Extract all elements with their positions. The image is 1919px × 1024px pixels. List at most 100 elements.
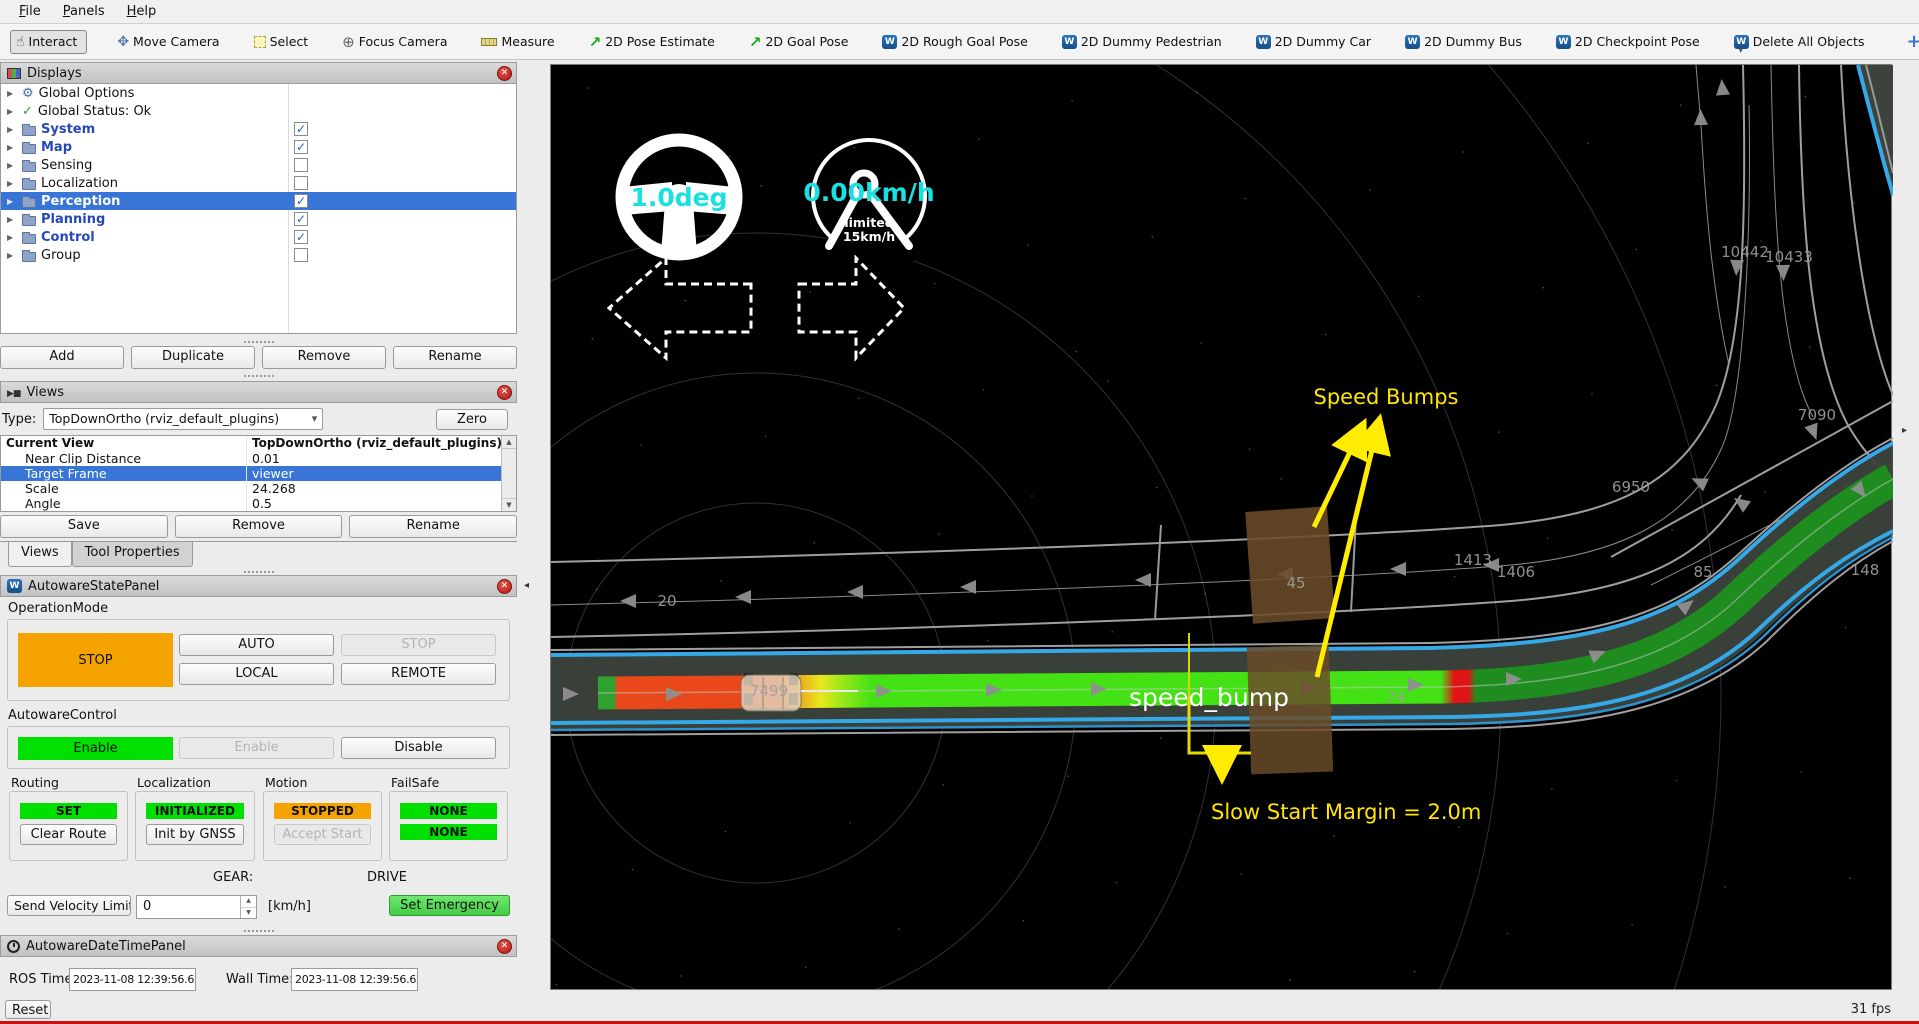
focus-icon [342,33,355,51]
expand-caret-icon[interactable]: ▶ [7,89,17,98]
tool-delete-all-objects[interactable]: Delete All Objects [1730,31,1869,52]
display-row-sensing[interactable]: ▶Sensing [1,156,516,174]
tool-interact[interactable]: Interact [10,30,87,54]
send-velocity-limit-button[interactable]: Send Velocity Limit [7,895,131,916]
display-row-perception[interactable]: ▶Perception [1,192,516,210]
splitter-handle[interactable] [0,928,517,934]
tool-label: 2D Rough Goal Pose [901,34,1027,49]
display-row-localization[interactable]: ▶Localization [1,174,516,192]
tool-focus-camera[interactable]: Focus Camera [338,30,451,54]
close-state-panel-button[interactable] [497,579,512,594]
tool-2d-checkpoint-pose[interactable]: 2D Checkpoint Pose [1552,31,1704,52]
expand-caret-icon[interactable]: ▶ [7,233,17,242]
expand-caret-icon[interactable]: ▶ [7,125,17,134]
expand-caret-icon[interactable]: ▶ [7,107,17,116]
menu-file[interactable]: File [10,2,50,21]
view-type-dropdown[interactable]: TopDownOrtho (rviz_default_plugins) [43,408,323,430]
displays-rename-button[interactable]: Rename [393,346,517,369]
prop-near-clip-distance[interactable]: Near Clip Distance0.01 [1,451,516,466]
visibility-checkbox[interactable] [294,140,308,154]
displays-duplicate-button[interactable]: Duplicate [131,346,255,369]
spinbox-arrows[interactable]: ▲▼ [240,896,256,918]
prop-angle[interactable]: Angle0.5 [1,496,516,511]
operation-mode-box: STOP AUTO STOP LOCAL REMOTE [7,619,510,701]
auto-button[interactable]: AUTO [179,634,334,656]
tool-2d-goal-pose[interactable]: 2D Goal Pose [745,30,853,54]
tool-2d-dummy-pedestrian[interactable]: 2D Dummy Pedestrian [1058,31,1226,52]
visibility-checkbox[interactable] [294,230,308,244]
init-by-gnss-button[interactable]: Init by GNSS [146,824,244,845]
close-displays-button[interactable] [497,66,512,81]
views-rename-button[interactable]: Rename [349,515,517,538]
set-emergency-button[interactable]: Set Emergency [389,895,510,916]
views-panel-header[interactable]: Views [0,381,517,403]
lane-id-7499: 7499 [750,682,788,700]
speed-bump-path-label: speed_bump [1129,683,1289,712]
expand-caret-icon[interactable]: ▶ [7,197,17,206]
menu-panels[interactable]: Panels [54,2,114,21]
clear-route-button[interactable]: Clear Route [20,824,117,845]
menu-help[interactable]: Help [118,2,166,21]
toolbar-overflow-icon[interactable]: ▾ [1738,46,1743,56]
status-badge-stopped: STOPPED [274,803,371,819]
visibility-checkbox[interactable] [294,122,308,136]
displays-remove-button[interactable]: Remove [262,346,386,369]
reset-button[interactable]: Reset [5,1000,51,1019]
property-scrollbar[interactable]: ▲▼ [501,436,516,511]
tool-2d-dummy-bus[interactable]: 2D Dummy Bus [1401,31,1526,52]
tool-plus-icon[interactable] [1902,32,1919,52]
prop-target-frame[interactable]: Target Frameviewer [1,466,516,481]
displays-panel-header[interactable]: Displays [0,62,517,84]
local-button[interactable]: LOCAL [179,663,334,685]
tool-select[interactable]: Select [250,31,313,52]
enable-button[interactable]: Enable [179,737,334,759]
expand-caret-icon[interactable]: ▶ [7,161,17,170]
tool-move-camera[interactable]: Move Camera [113,31,223,53]
accept-start-button[interactable]: Accept Start [274,824,371,845]
visibility-checkbox[interactable] [294,248,308,262]
prop-scale[interactable]: Scale24.268 [1,481,516,496]
display-row-system[interactable]: ▶System [1,120,516,138]
close-datetime-panel-button[interactable] [497,939,512,954]
visibility-checkbox[interactable] [294,194,308,208]
expand-caret-icon[interactable]: ▶ [7,179,17,188]
display-row-map[interactable]: ▶Map [1,138,516,156]
dock-resize-handle-icon[interactable]: ◂ [524,580,529,591]
wall-time-field[interactable]: 2023-11-08 12:39:56.628 [291,968,418,991]
remote-button[interactable]: REMOTE [341,663,496,685]
splitter-handle[interactable] [0,339,517,345]
tool-2d-pose-estimate[interactable]: 2D Pose Estimate [585,30,719,54]
prop-current-view[interactable]: Current ViewTopDownOrtho (rviz_default_p… [1,436,516,451]
ros-time-field[interactable]: 2023-11-08 12:39:56.628 [69,968,196,991]
display-row-global-options[interactable]: ▶Global Options [1,84,516,102]
views-remove-button[interactable]: Remove [175,515,343,538]
right-dock-handle-icon[interactable]: ▸ [1902,425,1907,436]
expand-caret-icon[interactable]: ▶ [7,251,17,260]
tab-tool-properties[interactable]: Tool Properties [72,542,193,567]
tool-2d-dummy-car[interactable]: 2D Dummy Car [1252,31,1375,52]
display-row-group[interactable]: ▶Group [1,246,516,264]
views-save-button[interactable]: Save [0,515,168,538]
tab-views[interactable]: Views [8,542,72,567]
zero-button[interactable]: Zero [436,409,508,430]
3d-viewport[interactable]: 2045141314068514874749910442104337090695… [550,64,1892,990]
status-badge-initialized: INITIALIZED [146,803,244,819]
expand-caret-icon[interactable]: ▶ [7,215,17,224]
display-row-planning[interactable]: ▶Planning [1,210,516,228]
datetime-panel-header[interactable]: AutowareDateTimePanel [0,935,517,957]
displays-add-button[interactable]: Add [0,346,124,369]
visibility-checkbox[interactable] [294,176,308,190]
splitter-handle[interactable] [0,373,517,379]
visibility-checkbox[interactable] [294,158,308,172]
visibility-checkbox[interactable] [294,212,308,226]
velocity-limit-spinbox[interactable]: 0 ▲▼ [136,895,257,919]
disable-button[interactable]: Disable [341,737,496,759]
tool-2d-rough-goal-pose[interactable]: 2D Rough Goal Pose [878,31,1031,52]
close-views-button[interactable] [497,385,512,400]
display-row-control[interactable]: ▶Control [1,228,516,246]
display-row-global-status-ok[interactable]: ▶Global Status: Ok [1,102,516,120]
autoware-state-panel-header[interactable]: AutowareStatePanel [0,575,517,597]
expand-caret-icon[interactable]: ▶ [7,143,17,152]
tool-measure[interactable]: Measure [477,31,558,52]
stop-button[interactable]: STOP [341,634,496,656]
